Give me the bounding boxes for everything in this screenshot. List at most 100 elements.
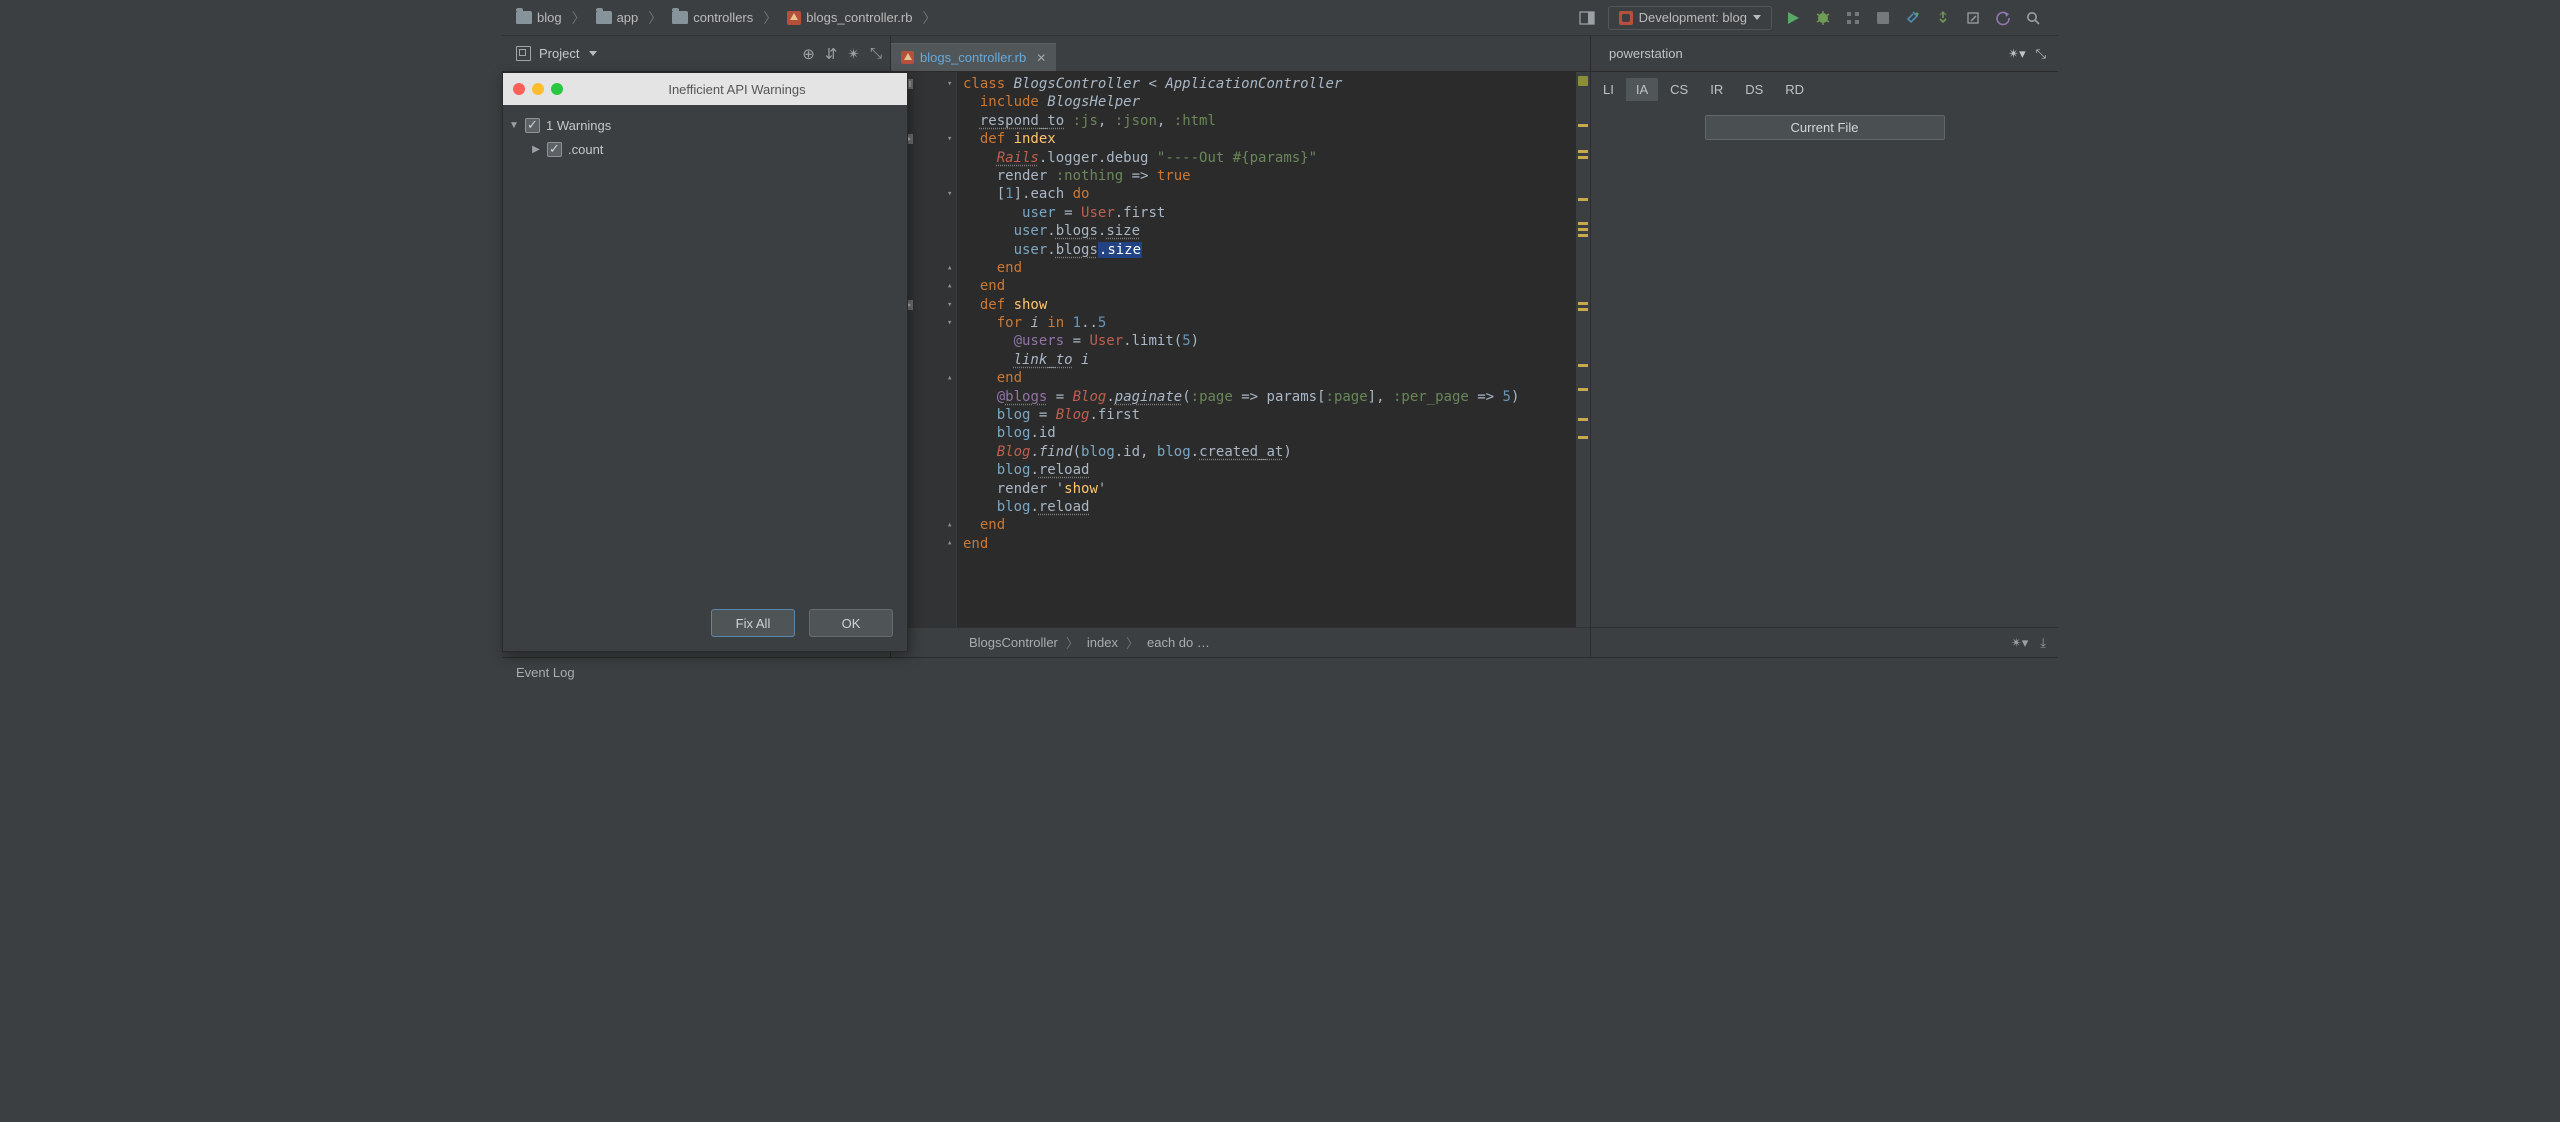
warnings-root-checkbox[interactable] [525,118,540,133]
right-panel-title: powerstation [1603,46,1683,61]
expand-toggle-icon[interactable]: ▶ [531,144,541,155]
editor-breadcrumbs: BlogsController 〉 index 〉 each do … [891,627,1590,657]
project-toolbar-icons: ⊕ ⇵ ✴ ⤡ [802,45,890,63]
vcs-commit-icon[interactable] [1964,9,1982,27]
fix-all-button[interactable]: Fix All [711,609,795,637]
warnings-child-checkbox[interactable] [547,142,562,157]
ok-button[interactable]: OK [809,609,893,637]
run-configuration-selector[interactable]: Development: blog [1608,6,1772,30]
tab-rd[interactable]: RD [1775,78,1814,101]
breadcrumbs: blog 〉 app 〉 controllers 〉 blogs_control… [508,8,938,28]
gear-icon[interactable]: ✴▾ [2008,46,2025,62]
gear-icon[interactable]: ✴ [847,45,860,63]
powerstation-body: Current File [1591,101,2058,627]
close-window-icon[interactable] [513,83,525,95]
breadcrumb-label: controllers [693,10,753,25]
warnings-child-label: .count [568,142,603,157]
breadcrumb-app[interactable]: app [592,8,643,27]
editor-breadcrumb-item[interactable]: index [1087,635,1118,650]
close-icon[interactable]: ✕ [1036,51,1046,65]
tab-li[interactable]: LI [1593,78,1624,101]
event-log-link[interactable]: Event Log [516,665,575,680]
editor-marker-bar[interactable] [1576,72,1590,627]
hide-icon[interactable]: ⤡ [870,45,882,63]
tab-cs[interactable]: CS [1660,78,1698,101]
ruby-file-icon [787,11,801,25]
chevron-right-icon: 〉 [761,8,779,28]
breadcrumb-label: blog [537,10,562,25]
collapse-icon[interactable]: ⇵ [825,45,838,63]
breadcrumb-label: app [617,10,639,25]
chevron-right-icon: 〉 [920,8,938,28]
fold-icon[interactable]: ▾ [947,296,952,314]
locate-icon[interactable]: ⊕ [802,45,815,63]
chevron-right-icon: 〉 [1126,633,1139,652]
fold-icon[interactable]: ▴ [947,277,952,295]
main-area: Inefficient API Warnings ▼ 1 Warnings ▶ … [502,72,2058,657]
rails-icon [1619,11,1633,25]
undo-icon[interactable] [1994,9,2012,27]
editor-tab-blogs-controller[interactable]: blogs_controller.rb ✕ [891,43,1056,71]
hide-panel-icon[interactable]: ⤡ [2036,46,2046,62]
current-file-button[interactable]: Current File [1705,115,1945,140]
layout-toggle-icon[interactable] [1578,9,1596,27]
fold-icon[interactable]: ▾ [947,185,952,203]
breadcrumb-file[interactable]: blogs_controller.rb [783,8,916,27]
search-icon[interactable] [2024,9,2042,27]
download-icon[interactable]: ⤓ [2040,635,2046,651]
warnings-root-row[interactable]: ▼ 1 Warnings [509,113,897,137]
warnings-child-row[interactable]: ▶ .count [509,137,897,161]
gear-icon[interactable]: ✴▾ [2011,635,2028,651]
chevron-down-icon [1753,15,1761,20]
tab-ds[interactable]: DS [1735,78,1773,101]
toolbar-right: Development: blog [1578,6,2052,30]
stop-button[interactable] [1874,9,1892,27]
right-panel-titlebar: powerstation ✴▾ ⤡ [1590,36,2058,72]
tab-ia[interactable]: IA [1626,78,1658,101]
fold-icon[interactable]: ▾ [947,75,952,93]
expand-toggle-icon[interactable]: ▼ [509,120,519,131]
debug-button[interactable] [1814,9,1832,27]
warnings-root-label: 1 Warnings [546,118,611,133]
run-config-label: Development: blog [1639,10,1747,25]
project-icon [516,46,531,61]
fold-icon[interactable]: ▾ [947,314,952,332]
fold-icon[interactable]: ▴ [947,369,952,387]
code-text[interactable]: class BlogsController < ApplicationContr… [957,72,1576,627]
warnings-dialog: Inefficient API Warnings ▼ 1 Warnings ▶ … [502,72,908,652]
vcs-update-icon[interactable] [1934,9,1952,27]
run-button[interactable] [1784,9,1802,27]
window-controls [513,83,563,95]
editor-tab-label: blogs_controller.rb [920,50,1026,65]
minimize-window-icon[interactable] [532,83,544,95]
chevron-right-icon: 〉 [646,8,664,28]
powerstation-panel: LI IA CS IR DS RD Current File ✴▾ ⤓ [1590,72,2058,657]
fold-icon[interactable]: ▴ [947,534,952,552]
fold-icon[interactable]: ▴ [947,259,952,277]
breadcrumb-blog[interactable]: blog [512,8,566,27]
right-panel-footer: ✴▾ ⤓ [1591,627,2058,657]
maximize-window-icon[interactable] [551,83,563,95]
chevron-down-icon[interactable] [589,51,597,56]
folder-icon [516,11,532,24]
dialog-titlebar[interactable]: Inefficient API Warnings [503,73,907,105]
editor-breadcrumb-item[interactable]: each do … [1147,635,1210,650]
project-label: Project [539,46,579,61]
tab-ir[interactable]: IR [1700,78,1733,101]
project-tool-header: Project ⊕ ⇵ ✴ ⤡ [502,36,891,71]
top-toolbar: blog 〉 app 〉 controllers 〉 blogs_control… [502,0,2058,36]
powerstation-tabs: LI IA CS IR DS RD [1591,72,2058,101]
fold-icon[interactable]: ▴ [947,516,952,534]
folder-icon [596,11,612,24]
dialog-title: Inefficient API Warnings [577,82,897,97]
fold-icon[interactable]: ▾ [947,130,952,148]
code-area[interactable]: ▾ ▾ ▾ ▴ ▴ ▾ ▾ ▴ ▴ ▴ class BlogsControlle… [891,72,1590,627]
breadcrumb-controllers[interactable]: controllers [668,8,757,27]
chevron-right-icon: 〉 [570,8,588,28]
attach-button[interactable] [1904,9,1922,27]
chevron-right-icon: 〉 [1066,633,1079,652]
dialog-buttons: Fix All OK [503,599,907,651]
editor-breadcrumb-item[interactable]: BlogsController [969,635,1058,650]
coverage-button[interactable] [1844,9,1862,27]
project-tool-window: Inefficient API Warnings ▼ 1 Warnings ▶ … [502,72,891,657]
